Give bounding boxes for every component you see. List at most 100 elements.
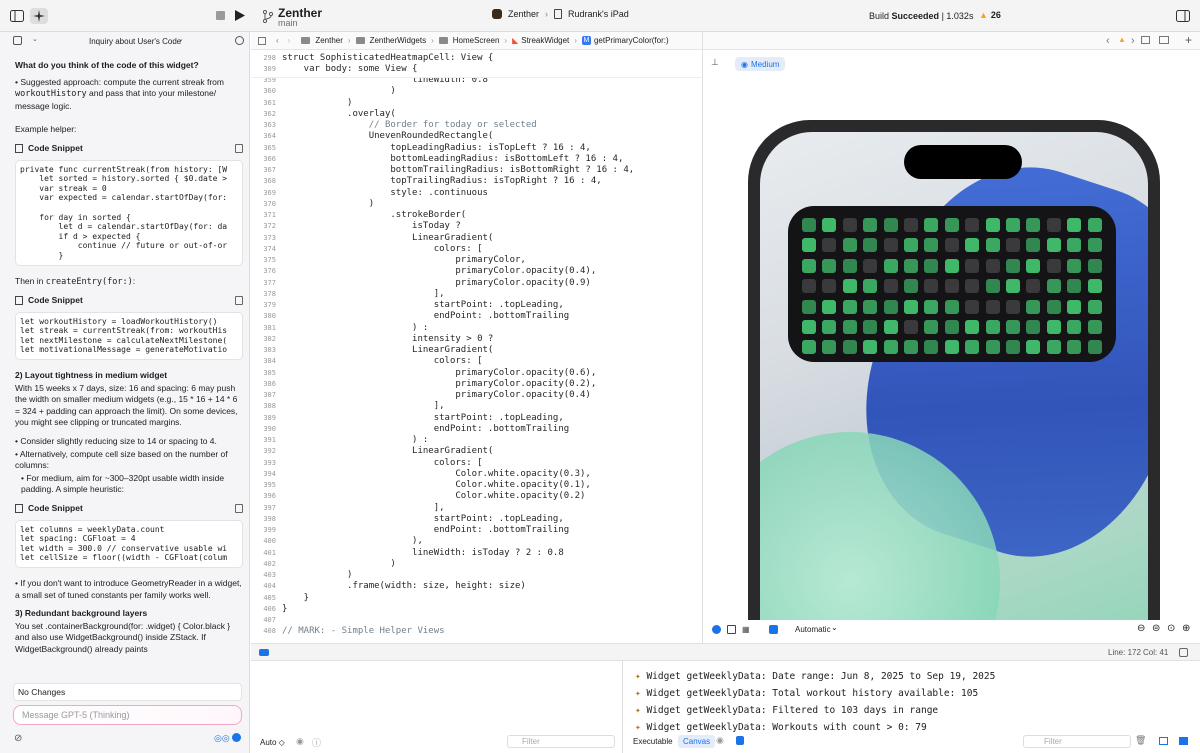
code-line[interactable]: ) : [282, 435, 428, 445]
code-line[interactable]: lineWidth: isToday ? 2 : 0.8 [282, 548, 564, 558]
breadcrumb-item[interactable]: ZentherWidgets [370, 36, 426, 45]
grid-icon[interactable] [258, 36, 266, 45]
breadcrumb-item[interactable]: Zenther [315, 36, 343, 45]
executable-tab[interactable]: Executable [633, 737, 673, 746]
warnings-badge[interactable]: ▲ 26 [979, 10, 1001, 20]
binoculars-icon[interactable]: ◎◎ [214, 733, 230, 744]
debug-area-toggle[interactable] [259, 649, 269, 656]
code-line[interactable]: ) [282, 199, 374, 209]
zoom-in-icon[interactable]: ⊕ [1182, 623, 1190, 634]
sticky-code-line[interactable]: struct SophisticatedHeatmapCell: View { [282, 53, 493, 63]
send-icon[interactable] [232, 733, 241, 742]
inspector-toggle-icon[interactable] [1176, 9, 1190, 22]
stop-button[interactable] [216, 11, 225, 20]
code-line[interactable]: primaryColor.opacity(0.4) [282, 390, 590, 400]
code-snippet[interactable]: let workoutHistory = loadWorkoutHistory(… [15, 311, 243, 361]
copy-icon[interactable] [235, 504, 243, 514]
code-line[interactable]: colors: [ [282, 244, 483, 254]
trash-icon[interactable]: 🗑 [1135, 735, 1146, 746]
forward-icon[interactable]: › [1131, 35, 1135, 47]
code-line[interactable]: isToday ? [282, 221, 461, 231]
eye-icon[interactable]: ◉ [296, 736, 304, 747]
split-icon[interactable] [1159, 36, 1169, 44]
filter-field[interactable]: Filter [507, 735, 615, 748]
list-icon[interactable] [1141, 36, 1150, 44]
code-snippet[interactable]: let columns = weeklyData.count let spacin… [15, 519, 243, 568]
info-icon[interactable]: ⓘ [312, 736, 321, 749]
attachment-icon[interactable]: ⊘ [14, 733, 22, 744]
code-line[interactable]: ) [282, 98, 352, 108]
code-line[interactable]: startPoint: .topLeading, [282, 413, 564, 423]
code-line[interactable]: style: .continuous [282, 188, 488, 198]
split-right-icon[interactable] [1179, 737, 1188, 745]
back-icon[interactable]: ‹ [276, 36, 279, 45]
chat-title[interactable]: Inquiry about User's Code [89, 37, 181, 46]
filter-field[interactable]: Filter [1023, 735, 1131, 748]
code-line[interactable]: topLeadingRadius: isTopLeft ? 16 : 4, [282, 143, 591, 153]
code-line[interactable]: intensity > 0 ? [282, 334, 493, 344]
warning-icon[interactable]: ▲ [1118, 35, 1126, 44]
code-line[interactable]: ) [282, 559, 395, 569]
code-line[interactable]: ], [282, 503, 445, 513]
code-line[interactable]: colors: [ [282, 458, 483, 468]
compose-icon[interactable] [13, 36, 22, 45]
zoom-fit-icon[interactable]: ⊙ [1167, 623, 1175, 634]
chevron-down-icon[interactable]: ⌄ [178, 35, 184, 43]
copy-icon[interactable] [235, 144, 243, 154]
sticky-code-line[interactable]: var body: some View { [282, 64, 418, 74]
streak-widget[interactable] [788, 206, 1116, 362]
agent-icon[interactable] [30, 8, 48, 24]
scheme-selector[interactable]: Zenther › Rudrank's iPad [492, 9, 629, 19]
code-line[interactable]: bottomTrailingRadius: isBottomRight ? 16… [282, 165, 634, 175]
code-line[interactable]: primaryColor.opacity(0.9) [282, 278, 590, 288]
code-line[interactable]: ) : [282, 323, 428, 333]
code-line[interactable]: ], [282, 401, 445, 411]
code-line[interactable]: ) [282, 570, 352, 580]
code-line[interactable]: } [282, 593, 309, 603]
eye-icon[interactable]: ◉ [716, 735, 724, 746]
code-line[interactable]: bottomLeadingRadius: isBottomLeft ? 16 :… [282, 154, 623, 164]
auto-selector[interactable]: Auto ◇ [260, 738, 285, 747]
pin-icon[interactable]: ⊥ [711, 57, 719, 68]
mode-selector[interactable]: Automatic [795, 625, 831, 634]
code-line[interactable]: endPoint: .bottomTrailing [282, 424, 569, 434]
code-line[interactable]: endPoint: .bottomTrailing [282, 525, 569, 535]
code-line[interactable]: Color.white.opacity(0.3), [282, 469, 590, 479]
run-button[interactable] [234, 10, 245, 21]
breadcrumb-item[interactable]: HomeScreen [453, 36, 500, 45]
code-line[interactable]: primaryColor.opacity(0.2), [282, 379, 596, 389]
code-line[interactable]: } [282, 604, 287, 614]
code-line[interactable]: colors: [ [282, 356, 483, 366]
zoom-reset-icon[interactable]: ⊜ [1152, 623, 1160, 634]
split-left-icon[interactable] [1159, 737, 1168, 745]
code-line[interactable]: primaryColor.opacity(0.6), [282, 368, 596, 378]
code-line[interactable]: LinearGradient( [282, 233, 493, 243]
code-line[interactable]: .overlay( [282, 109, 396, 119]
history-icon[interactable] [235, 36, 244, 45]
code-line[interactable]: Color.white.opacity(0.2) [282, 491, 585, 501]
canvas-tab[interactable]: Canvas [678, 735, 716, 748]
device-settings-icon[interactable] [769, 625, 778, 634]
code-line[interactable]: LinearGradient( [282, 345, 493, 355]
device-icon[interactable] [736, 736, 744, 745]
code-line[interactable]: LinearGradient( [282, 446, 493, 456]
minimize-icon[interactable] [1179, 648, 1188, 657]
forward-icon[interactable]: › [288, 36, 291, 45]
zoom-out-icon[interactable]: ⊖ [1137, 623, 1145, 634]
destination-name[interactable]: Rudrank's iPad [568, 9, 629, 19]
back-icon[interactable]: ‹ [1106, 35, 1110, 47]
code-line[interactable]: Color.white.opacity(0.1), [282, 480, 590, 490]
code-line[interactable]: startPoint: .topLeading, [282, 300, 564, 310]
code-line[interactable]: ], [282, 289, 445, 299]
variants-icon[interactable]: ▦ [742, 625, 750, 634]
code-line[interactable]: UnevenRoundedRectangle( [282, 131, 494, 141]
chevron-down-icon[interactable]: ⌄ [32, 35, 38, 43]
breadcrumb-item[interactable]: getPrimaryColor(for:) [594, 36, 669, 45]
widget-family-badge[interactable]: ◉ Medium [735, 57, 786, 71]
add-icon[interactable]: + [1185, 33, 1192, 47]
code-snippet[interactable]: private func currentStreak(from history:… [15, 159, 243, 266]
code-line[interactable]: // Border for today or selected [282, 120, 537, 130]
code-line[interactable]: topTrailingRadius: isTopRight ? 16 : 4, [282, 176, 601, 186]
scheme-name[interactable]: Zenther [508, 9, 539, 19]
code-line[interactable]: ), [282, 536, 423, 546]
